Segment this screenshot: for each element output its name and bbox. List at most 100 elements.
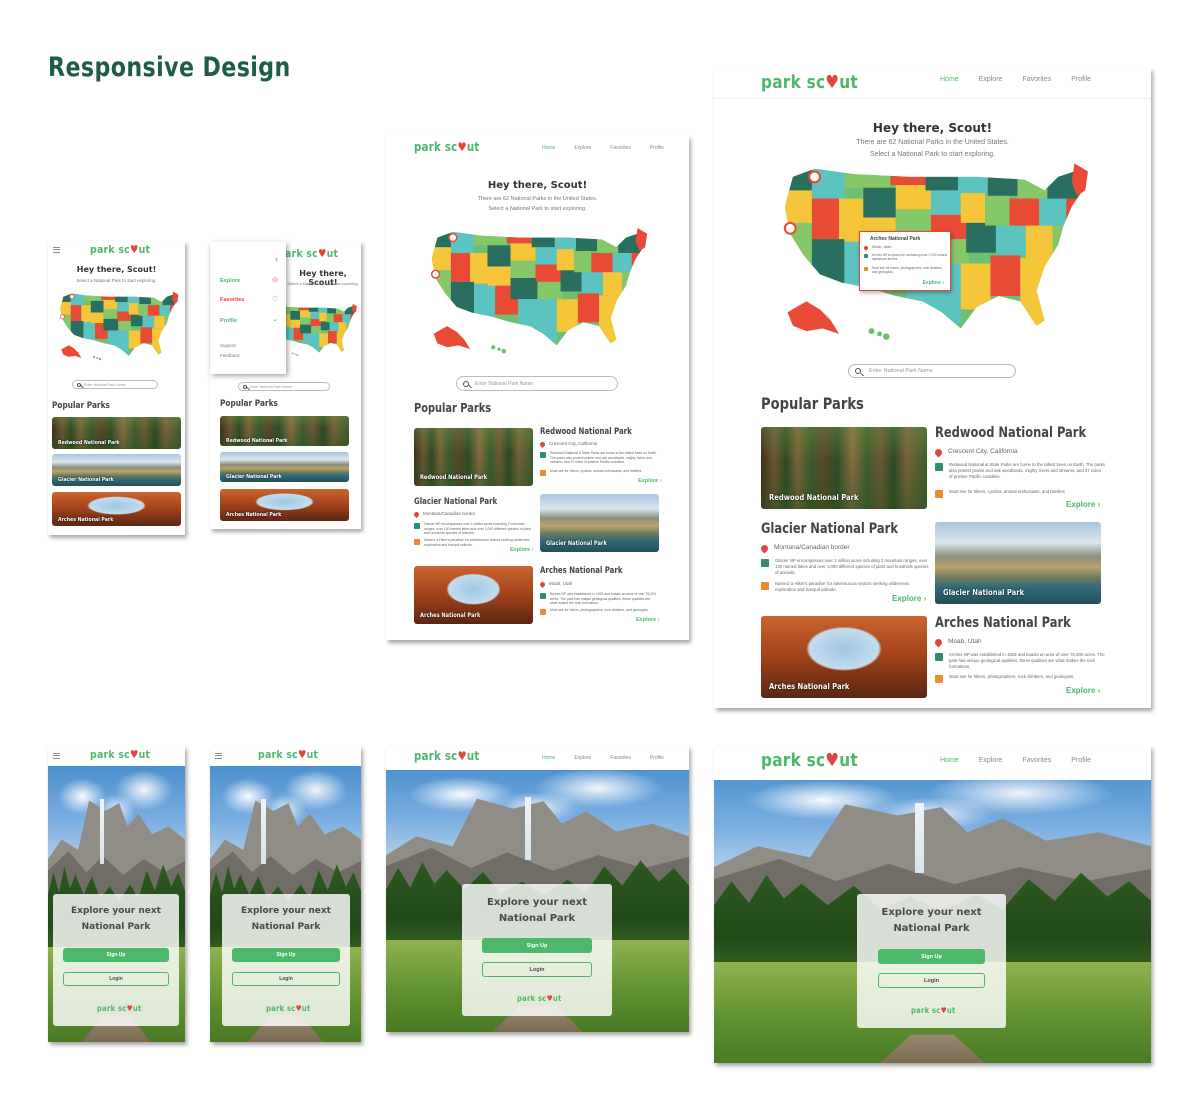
login-button[interactable]: Login: [63, 972, 169, 986]
nav-profile[interactable]: Profile: [650, 145, 664, 151]
explore-link-glacier[interactable]: Explore ›: [892, 594, 926, 603]
park-card-glacier[interactable]: Glacier National Park: [220, 452, 349, 482]
hamburger-menu-icon[interactable]: [53, 247, 60, 253]
signup-button[interactable]: Sign Up: [63, 948, 169, 962]
map-tooltip[interactable]: Arches National Park Moab, Utah Arches N…: [859, 231, 951, 291]
logo[interactable]: park sc♥ut: [414, 749, 480, 763]
hamburger-menu-icon[interactable]: [53, 753, 60, 759]
activity-icon: [540, 609, 546, 615]
logo[interactable]: park sc♥ut: [761, 72, 858, 93]
park-card-redwood[interactable]: Redwood National Park: [52, 417, 181, 449]
park-image-arches[interactable]: Arches National Park: [414, 566, 533, 624]
explore-link-glacier[interactable]: Explore ›: [510, 547, 534, 553]
park-card-arches[interactable]: Arches National Park: [220, 489, 349, 521]
activity-icon: [540, 470, 546, 476]
tooltip-goodfor: Must see for hikers, photographers, rock…: [864, 266, 948, 275]
search-input[interactable]: Enter National Park Name: [848, 364, 1016, 378]
nav-profile[interactable]: Profile: [1071, 76, 1091, 83]
nav-home[interactable]: Home: [542, 755, 555, 761]
welcome-card: Explore your next National Park Sign Up …: [462, 884, 612, 1016]
welcome-title-line-2: National Park: [251, 922, 321, 932]
welcome-title-line-1: Explore your next: [241, 906, 331, 916]
search-icon: [243, 384, 247, 389]
search-input[interactable]: Enter National Park Name: [456, 376, 618, 391]
park-location-arches: Moab, Utah: [933, 637, 1105, 648]
login-button[interactable]: Login: [482, 962, 592, 977]
menu-item-support[interactable]: Support: [220, 343, 236, 348]
logo[interactable]: park sc♥ut: [414, 140, 480, 154]
us-map[interactable]: [424, 224, 650, 358]
chevron-left-icon[interactable]: ‹: [275, 254, 278, 264]
tablet-landing: park sc♥ut Home Explore Favorites Profil…: [386, 746, 689, 1032]
nav-profile[interactable]: Profile: [650, 755, 664, 761]
top-nav: Home Explore Favorites Profile: [940, 76, 1091, 83]
nav-favorites[interactable]: Favorites: [1022, 757, 1051, 764]
nav-home[interactable]: Home: [542, 145, 555, 151]
park-name-glacier[interactable]: Glacier National Park: [761, 521, 898, 537]
popular-parks-title: Popular Parks: [414, 401, 492, 415]
explore-link-arches[interactable]: Explore ›: [1066, 686, 1100, 695]
nav-favorites[interactable]: Favorites: [610, 145, 631, 151]
menu-item-profile[interactable]: Profile: [220, 318, 237, 324]
explore-link-arches[interactable]: Explore ›: [636, 617, 660, 623]
welcome-title-line-1: Explore your next: [881, 907, 982, 918]
nav-profile[interactable]: Profile: [1071, 757, 1091, 764]
logo[interactable]: park sc♥ut: [761, 750, 858, 771]
park-image-glacier[interactable]: Glacier National Park: [540, 494, 659, 552]
park-name-glacier[interactable]: Glacier National Park: [414, 497, 497, 507]
top-bar: park sc♥ut: [210, 746, 361, 766]
explore-link-redwood[interactable]: Explore ›: [1066, 500, 1100, 509]
us-map[interactable]: [56, 290, 180, 362]
nav-home[interactable]: Home: [940, 76, 959, 83]
location-pin-icon: [412, 510, 421, 519]
park-image-redwood[interactable]: Redwood National Park: [414, 428, 533, 486]
signup-button[interactable]: Sign Up: [482, 938, 592, 953]
waterfall: [915, 803, 924, 873]
park-name-arches[interactable]: Arches National Park: [935, 615, 1071, 631]
login-button[interactable]: Login: [232, 972, 340, 986]
park-image-redwood[interactable]: Redwood National Park: [761, 427, 927, 509]
tooltip-description: Arches NP is known for containing over 2…: [864, 253, 948, 262]
nav-explore[interactable]: Explore: [574, 145, 591, 151]
nav-home[interactable]: Home: [940, 757, 959, 764]
menu-item-favorites[interactable]: Favorites: [220, 297, 244, 303]
park-image-arches[interactable]: Arches National Park: [761, 616, 927, 698]
login-button[interactable]: Login: [878, 973, 985, 988]
top-bar: park sc♥ut Home Explore Favorites Profil…: [386, 746, 689, 770]
signup-button[interactable]: Sign Up: [232, 948, 340, 962]
desktop-frame-home: park sc♥ut Home Explore Favorites Profil…: [714, 68, 1151, 708]
park-card-glacier[interactable]: Glacier National Park: [52, 454, 181, 486]
activity-icon: [761, 582, 769, 590]
menu-item-explore[interactable]: Explore: [220, 278, 240, 284]
signup-button[interactable]: Sign Up: [878, 949, 985, 964]
nav-favorites[interactable]: Favorites: [1022, 76, 1051, 83]
park-name-arches[interactable]: Arches National Park: [540, 566, 622, 576]
tooltip-explore-link[interactable]: Explore ›: [923, 280, 944, 286]
menu-item-feedback[interactable]: Feedback: [220, 353, 240, 358]
park-card-arches[interactable]: Arches National Park: [52, 492, 181, 526]
nav-favorites[interactable]: Favorites: [610, 755, 631, 761]
park-name-redwood[interactable]: Redwood National Park: [540, 427, 632, 437]
park-description-arches: Arches NP was established in 1929 and bo…: [935, 652, 1105, 669]
search-input[interactable]: Enter National Park Name: [72, 380, 158, 389]
logo[interactable]: park sc♥ut: [258, 748, 318, 761]
location-pin-icon: [933, 637, 944, 648]
nav-divider: [714, 98, 1151, 99]
logo[interactable]: park sc♥ut: [278, 247, 338, 260]
explore-link-redwood[interactable]: Explore ›: [638, 478, 662, 484]
logo[interactable]: park sc♥ut: [90, 748, 150, 761]
search-input[interactable]: Enter National Park Name: [238, 382, 330, 391]
card-logo: park sc♥ut: [266, 1004, 311, 1013]
park-card-redwood[interactable]: Redwood National Park: [220, 416, 349, 446]
park-location-redwood: Crescent City, California: [538, 440, 658, 449]
nav-explore[interactable]: Explore: [574, 755, 591, 761]
nav-explore[interactable]: Explore: [979, 76, 1003, 83]
park-image-glacier[interactable]: Glacier National Park: [935, 522, 1101, 604]
chevron-down-icon[interactable]: ⌄: [272, 315, 278, 323]
tooltip-location: Moab, Utah: [863, 245, 948, 251]
park-name-redwood[interactable]: Redwood National Park: [935, 425, 1086, 441]
mobile-landing-2: park sc♥ut Explore your next National Pa…: [210, 746, 361, 1042]
nav-explore[interactable]: Explore: [979, 757, 1003, 764]
logo[interactable]: park sc♥ut: [90, 243, 150, 256]
hamburger-menu-icon[interactable]: [215, 753, 222, 759]
